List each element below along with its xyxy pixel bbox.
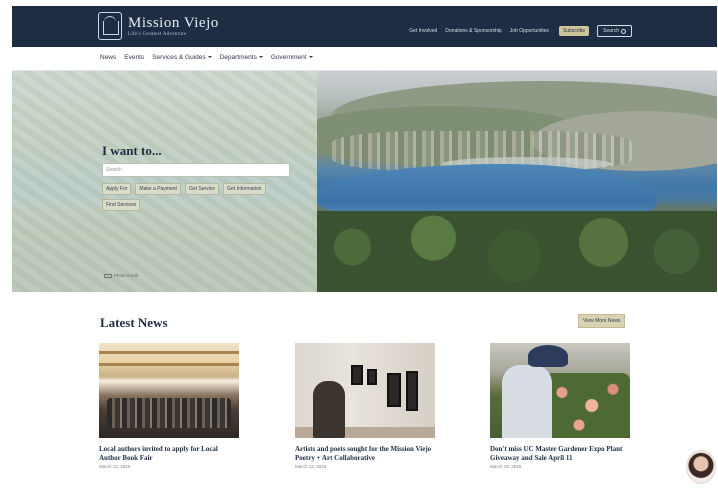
- utility-links: Get Involved Donations & Sponsorship Job…: [409, 25, 632, 37]
- nav-item-departments[interactable]: Departments: [220, 54, 263, 61]
- image-detail: [406, 371, 418, 411]
- i-want-to-search-input[interactable]: Search: [102, 163, 290, 177]
- image-detail: [528, 345, 568, 367]
- quick-links: Apply For Make a Payment Get Service Get…: [102, 183, 292, 211]
- quick-link-get-information[interactable]: Get Information: [223, 183, 266, 195]
- chevron-down-icon: [207, 56, 212, 59]
- site-header: Mission Viejo Life's Greatest Adventure …: [12, 6, 717, 47]
- news-headline[interactable]: Don't miss UC Master Gardener Expo Plant…: [490, 445, 630, 462]
- photo-credit-label: Photo credit: [114, 273, 139, 278]
- logo-text: Mission Viejo Life's Greatest Adventure: [128, 15, 219, 37]
- latest-news-heading: Latest News: [100, 315, 168, 330]
- news-image-art-gallery[interactable]: [295, 343, 435, 438]
- nav-item-label: News: [100, 54, 117, 61]
- nav-item-services-guides[interactable]: Services & Guides: [152, 54, 212, 61]
- photo-trees: [312, 211, 717, 292]
- chat-avatar[interactable]: [686, 450, 716, 484]
- hero-banner: I want to... Search Apply For Make a Pay…: [12, 71, 717, 292]
- search-button-label: Search: [603, 28, 619, 34]
- site-logo[interactable]: Mission Viejo Life's Greatest Adventure: [98, 12, 219, 40]
- image-detail: [502, 365, 552, 438]
- image-detail: [351, 365, 363, 385]
- image-detail: [107, 398, 231, 428]
- i-want-to-title: I want to...: [102, 143, 162, 158]
- nav-item-government[interactable]: Government: [271, 54, 313, 61]
- i-want-to-widget: I want to... Search Apply For Make a Pay…: [102, 143, 292, 211]
- news-headline[interactable]: Artists and poets sought for the Mission…: [295, 445, 435, 462]
- get-involved-link[interactable]: Get Involved: [409, 28, 437, 34]
- news-date: March 12, 2026: [295, 464, 327, 469]
- main-nav: News Events Services & Guides Department…: [100, 54, 313, 61]
- nav-item-label: Events: [124, 54, 145, 61]
- nav-item-label: Departments: [219, 54, 257, 61]
- news-date: March 10, 2026: [490, 464, 522, 469]
- nav-item-label: Services & Guides: [152, 54, 206, 61]
- logo-name: Mission Viejo: [128, 15, 219, 31]
- news-card[interactable]: Artists and poets sought for the Mission…: [295, 343, 435, 469]
- news-image-book-fair[interactable]: [99, 343, 239, 438]
- camera-icon: [104, 273, 112, 278]
- image-detail: [313, 381, 345, 438]
- news-card[interactable]: Don't miss UC Master Gardener Expo Plant…: [490, 343, 630, 469]
- logo-tagline: Life's Greatest Adventure: [128, 32, 187, 37]
- image-detail: [99, 351, 239, 354]
- news-card[interactable]: Local authors invited to apply for Local…: [99, 343, 239, 469]
- quick-link-make-payment[interactable]: Make a Payment: [135, 183, 181, 195]
- search-icon: [621, 28, 626, 34]
- jobs-link[interactable]: Job Opportunities: [510, 28, 549, 34]
- chevron-down-icon: [308, 56, 313, 59]
- news-headline[interactable]: Local authors invited to apply for Local…: [99, 445, 239, 462]
- image-detail: [387, 373, 401, 407]
- quick-link-find-services[interactable]: Find Services: [102, 199, 141, 211]
- chevron-down-icon: [258, 56, 263, 59]
- mission-building-icon: [98, 12, 122, 40]
- view-more-news-button[interactable]: View More News: [578, 314, 626, 328]
- nav-item-news[interactable]: News: [100, 54, 116, 61]
- quick-link-get-service[interactable]: Get Service: [184, 183, 220, 195]
- hero-overlay-panel: I want to... Search Apply For Make a Pay…: [12, 71, 317, 292]
- quick-link-apply-for[interactable]: Apply For: [102, 183, 132, 195]
- donations-link[interactable]: Donations & Sponsorship: [445, 28, 501, 34]
- search-button[interactable]: Search: [597, 25, 632, 37]
- photo-credit[interactable]: Photo credit: [104, 273, 138, 278]
- news-image-plant-giveaway[interactable]: [490, 343, 630, 438]
- image-detail: [99, 363, 239, 366]
- nav-item-label: Government: [270, 54, 307, 61]
- nav-item-events[interactable]: Events: [124, 54, 144, 61]
- news-date: March 12, 2026: [99, 464, 131, 469]
- image-detail: [367, 369, 377, 385]
- image-detail: [545, 373, 630, 438]
- page: Mission Viejo Life's Greatest Adventure …: [0, 0, 718, 489]
- subscribe-button[interactable]: Subscribe: [558, 26, 590, 36]
